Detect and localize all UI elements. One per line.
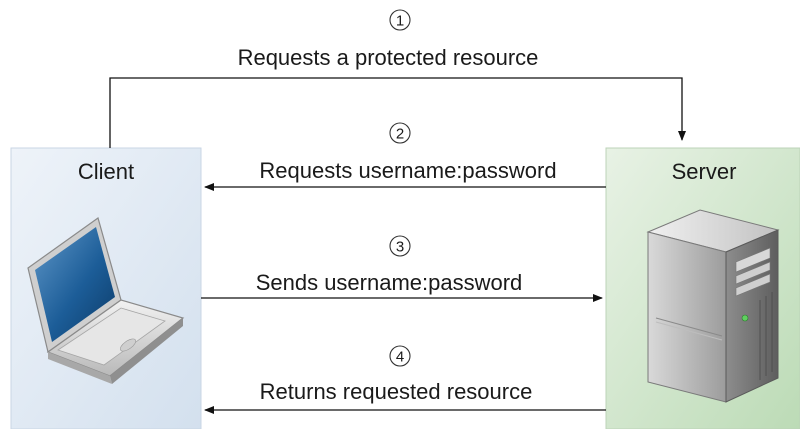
step-3-label: Sends username:password	[256, 270, 523, 295]
step-3-number: 3	[396, 239, 404, 256]
client-panel: Client	[10, 147, 202, 429]
step-4: 4 Returns requested resource	[204, 345, 606, 414]
server-tower-icon	[646, 209, 780, 403]
step-1-label: Requests a protected resource	[238, 45, 539, 70]
step-1-number: 1	[396, 13, 404, 30]
step-3: 3 Sends username:password	[201, 235, 603, 302]
step-2-number: 2	[396, 126, 404, 143]
client-label: Client	[78, 159, 134, 184]
step-4-number: 4	[396, 349, 404, 366]
step-2: 2 Requests username:password	[204, 122, 606, 191]
server-panel: Server	[605, 147, 800, 429]
step-2-label: Requests username:password	[259, 158, 556, 183]
http-basic-auth-diagram: Client Server 1 Requests a protected res…	[10, 9, 800, 429]
step-4-label: Returns requested resource	[260, 379, 533, 404]
server-label: Server	[672, 159, 737, 184]
